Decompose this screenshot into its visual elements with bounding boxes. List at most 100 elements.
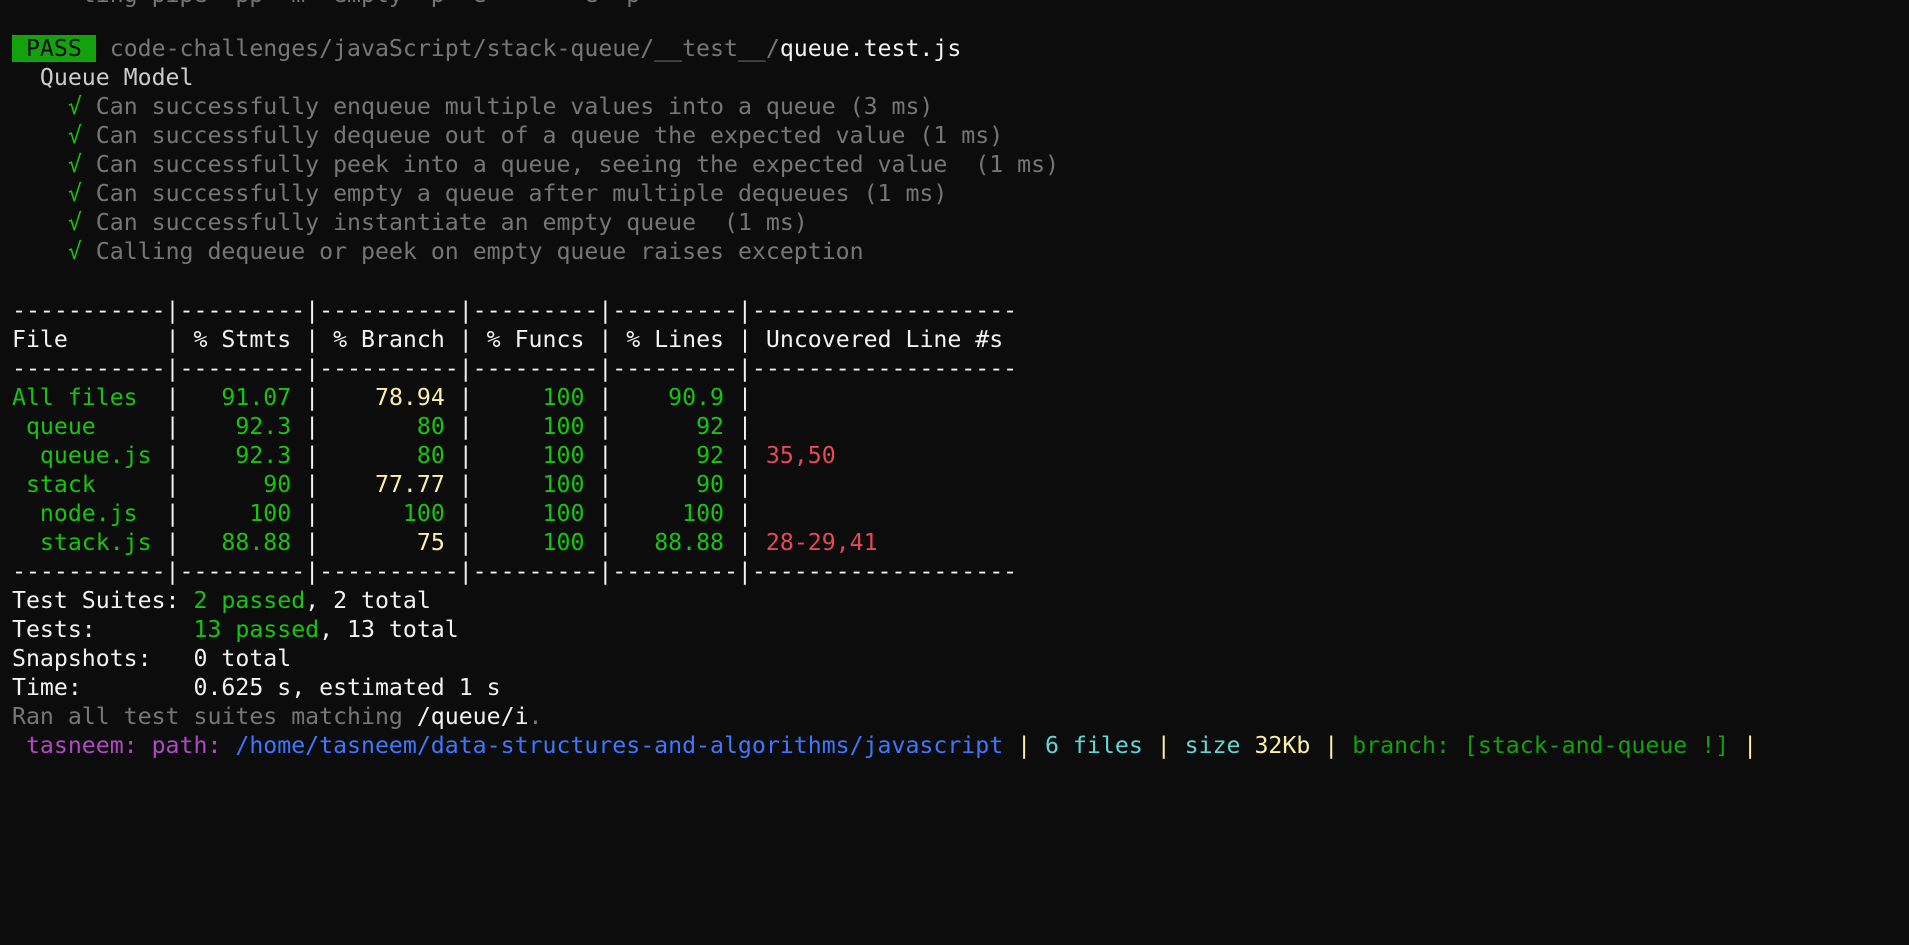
check-icon: √	[67, 238, 82, 265]
coverage-header-file: File	[12, 326, 166, 353]
coverage-funcs: 100	[472, 413, 599, 440]
partial-previous-line: ✓ ting pipe pp m empty p e e p	[12, 0, 640, 9]
coverage-file: queue.js	[12, 442, 166, 469]
summary-snapshots-label: Snapshots:	[12, 645, 194, 672]
describe-block-title: Queue Model	[12, 64, 194, 91]
test-case-label: Can successfully empty a queue after mul…	[95, 180, 948, 207]
shell-prompt: tasneem: path: /home/tasneem/data-struct…	[12, 731, 1757, 760]
check-icon: √	[67, 122, 82, 149]
coverage-lines: 92	[612, 442, 738, 469]
terminal-output[interactable]: ✓ ting pipe pp m empty p e e p PASS code…	[12, 0, 1909, 759]
coverage-stmts: 91.07	[179, 384, 306, 411]
test-case: √ Calling dequeue or peek on empty queue…	[12, 237, 864, 266]
coverage-header-row: File | % Stmts | % Branch | % Funcs | % …	[12, 326, 1018, 353]
coverage-uncovered: 35,50	[751, 442, 836, 469]
ran-suffix: .	[528, 703, 543, 730]
coverage-lines: 92	[612, 413, 738, 440]
test-case-label: Can successfully enqueue multiple values…	[95, 93, 934, 120]
check-icon: √	[67, 93, 82, 120]
test-case: √ Can successfully instantiate an empty …	[12, 208, 808, 237]
prompt-separator: |	[1003, 732, 1032, 759]
test-file-name: queue.test.js	[779, 35, 962, 62]
suite-result-line: PASS code-challenges/javaScript/stack-qu…	[12, 34, 961, 63]
coverage-stmts: 90	[179, 471, 306, 498]
coverage-lines: 90.9	[612, 384, 738, 411]
summary-tests-total: , 13 total	[319, 616, 459, 643]
coverage-funcs: 100	[472, 471, 599, 498]
coverage-funcs: 100	[472, 384, 599, 411]
prompt-separator: |	[1729, 732, 1758, 759]
coverage-header-branch: % Branch	[319, 326, 459, 353]
prompt-path-value: /home/tasneem/data-structures-and-algori…	[221, 732, 1004, 759]
summary-tests: Tests: 13 passed, 13 total	[12, 615, 459, 644]
summary-snapshots-value: 0 total	[193, 645, 292, 672]
test-case: √ Can successfully empty a queue after m…	[12, 179, 948, 208]
prompt-separator: |	[1310, 732, 1339, 759]
summary-ran-line: Ran all test suites matching /queue/i.	[12, 702, 543, 731]
coverage-funcs: 100	[472, 442, 599, 469]
coverage-file: stack.js	[12, 529, 166, 556]
summary-snapshots: Snapshots: 0 total	[12, 644, 291, 673]
coverage-stmts: 88.88	[179, 529, 306, 556]
summary-suites-passed: 2 passed	[193, 587, 306, 614]
test-case-label: Can successfully dequeue out of a queue …	[95, 122, 1004, 149]
coverage-row: All files | 91.07 | 78.94 | 100 | 90.9 |	[12, 384, 752, 411]
check-icon: √	[67, 151, 82, 178]
coverage-branch: 78.94	[319, 384, 459, 411]
coverage-separator: -----------|---------|----------|-------…	[12, 297, 1018, 324]
summary-time-value: 0.625 s, estimated 1 s	[193, 674, 501, 701]
coverage-stmts: 100	[179, 500, 306, 527]
test-case-label: Calling dequeue or peek on empty queue r…	[95, 238, 864, 265]
coverage-branch: 80	[319, 442, 459, 469]
coverage-header-funcs: % Funcs	[472, 326, 599, 353]
test-case-label: Can successfully instantiate an empty qu…	[95, 209, 808, 236]
summary-time-label: Time:	[12, 674, 194, 701]
coverage-row: queue | 92.3 | 80 | 100 | 92 |	[12, 413, 752, 440]
coverage-header-uncovered: Uncovered Line #s	[751, 326, 1018, 353]
coverage-lines: 100	[612, 500, 738, 527]
coverage-branch: 75	[319, 529, 459, 556]
coverage-separator: -----------|---------|----------|-------…	[12, 558, 1018, 585]
coverage-stmts: 92.3	[179, 442, 306, 469]
pass-badge: PASS	[12, 35, 96, 62]
coverage-lines: 90	[612, 471, 738, 498]
check-icon: √	[67, 180, 82, 207]
coverage-row: stack.js | 88.88 | 75 | 100 | 88.88 | 28…	[12, 529, 878, 556]
prompt-separator: |	[1142, 732, 1171, 759]
coverage-branch: 80	[319, 413, 459, 440]
coverage-uncovered: 28-29,41	[751, 529, 878, 556]
prompt-size-label: size	[1170, 732, 1241, 759]
coverage-file: queue	[12, 413, 166, 440]
prompt-files: 6 files	[1031, 732, 1143, 759]
coverage-header-stmts: % Stmts	[179, 326, 306, 353]
coverage-row: stack | 90 | 77.77 | 100 | 90 |	[12, 471, 752, 498]
coverage-funcs: 100	[472, 529, 599, 556]
summary-tests-passed: 13 passed	[193, 616, 320, 643]
test-file-dir: code-challenges/javaScript/stack-queue/_…	[109, 35, 780, 62]
test-case: √ Can successfully enqueue multiple valu…	[12, 92, 934, 121]
coverage-header-lines: % Lines	[612, 326, 738, 353]
coverage-branch: 77.77	[319, 471, 459, 498]
coverage-lines: 88.88	[612, 529, 738, 556]
prompt-branch-label: branch:	[1338, 732, 1450, 759]
ran-prefix: Ran all test suites matching	[12, 703, 417, 730]
test-case: √ Can successfully peek into a queue, se…	[12, 150, 1059, 179]
coverage-stmts: 92.3	[179, 413, 306, 440]
coverage-funcs: 100	[472, 500, 599, 527]
prompt-path-label: path:	[137, 732, 222, 759]
coverage-separator: -----------|---------|----------|-------…	[12, 355, 1018, 382]
coverage-file: stack	[12, 471, 166, 498]
prompt-user: tasneem:	[12, 732, 138, 759]
summary-suites-total: , 2 total	[305, 587, 431, 614]
check-icon: √	[67, 209, 82, 236]
coverage-file: node.js	[12, 500, 166, 527]
prompt-branch-value: [stack-and-queue !]	[1449, 732, 1730, 759]
summary-time: Time: 0.625 s, estimated 1 s	[12, 673, 501, 702]
test-case: √ Can successfully dequeue out of a queu…	[12, 121, 1003, 150]
coverage-row: queue.js | 92.3 | 80 | 100 | 92 | 35,50	[12, 442, 836, 469]
prompt-size-value: 32Kb	[1240, 732, 1311, 759]
summary-tests-label: Tests:	[12, 616, 194, 643]
coverage-row: node.js | 100 | 100 | 100 | 100 |	[12, 500, 752, 527]
coverage-branch: 100	[319, 500, 459, 527]
summary-suites-label: Test Suites:	[12, 587, 194, 614]
